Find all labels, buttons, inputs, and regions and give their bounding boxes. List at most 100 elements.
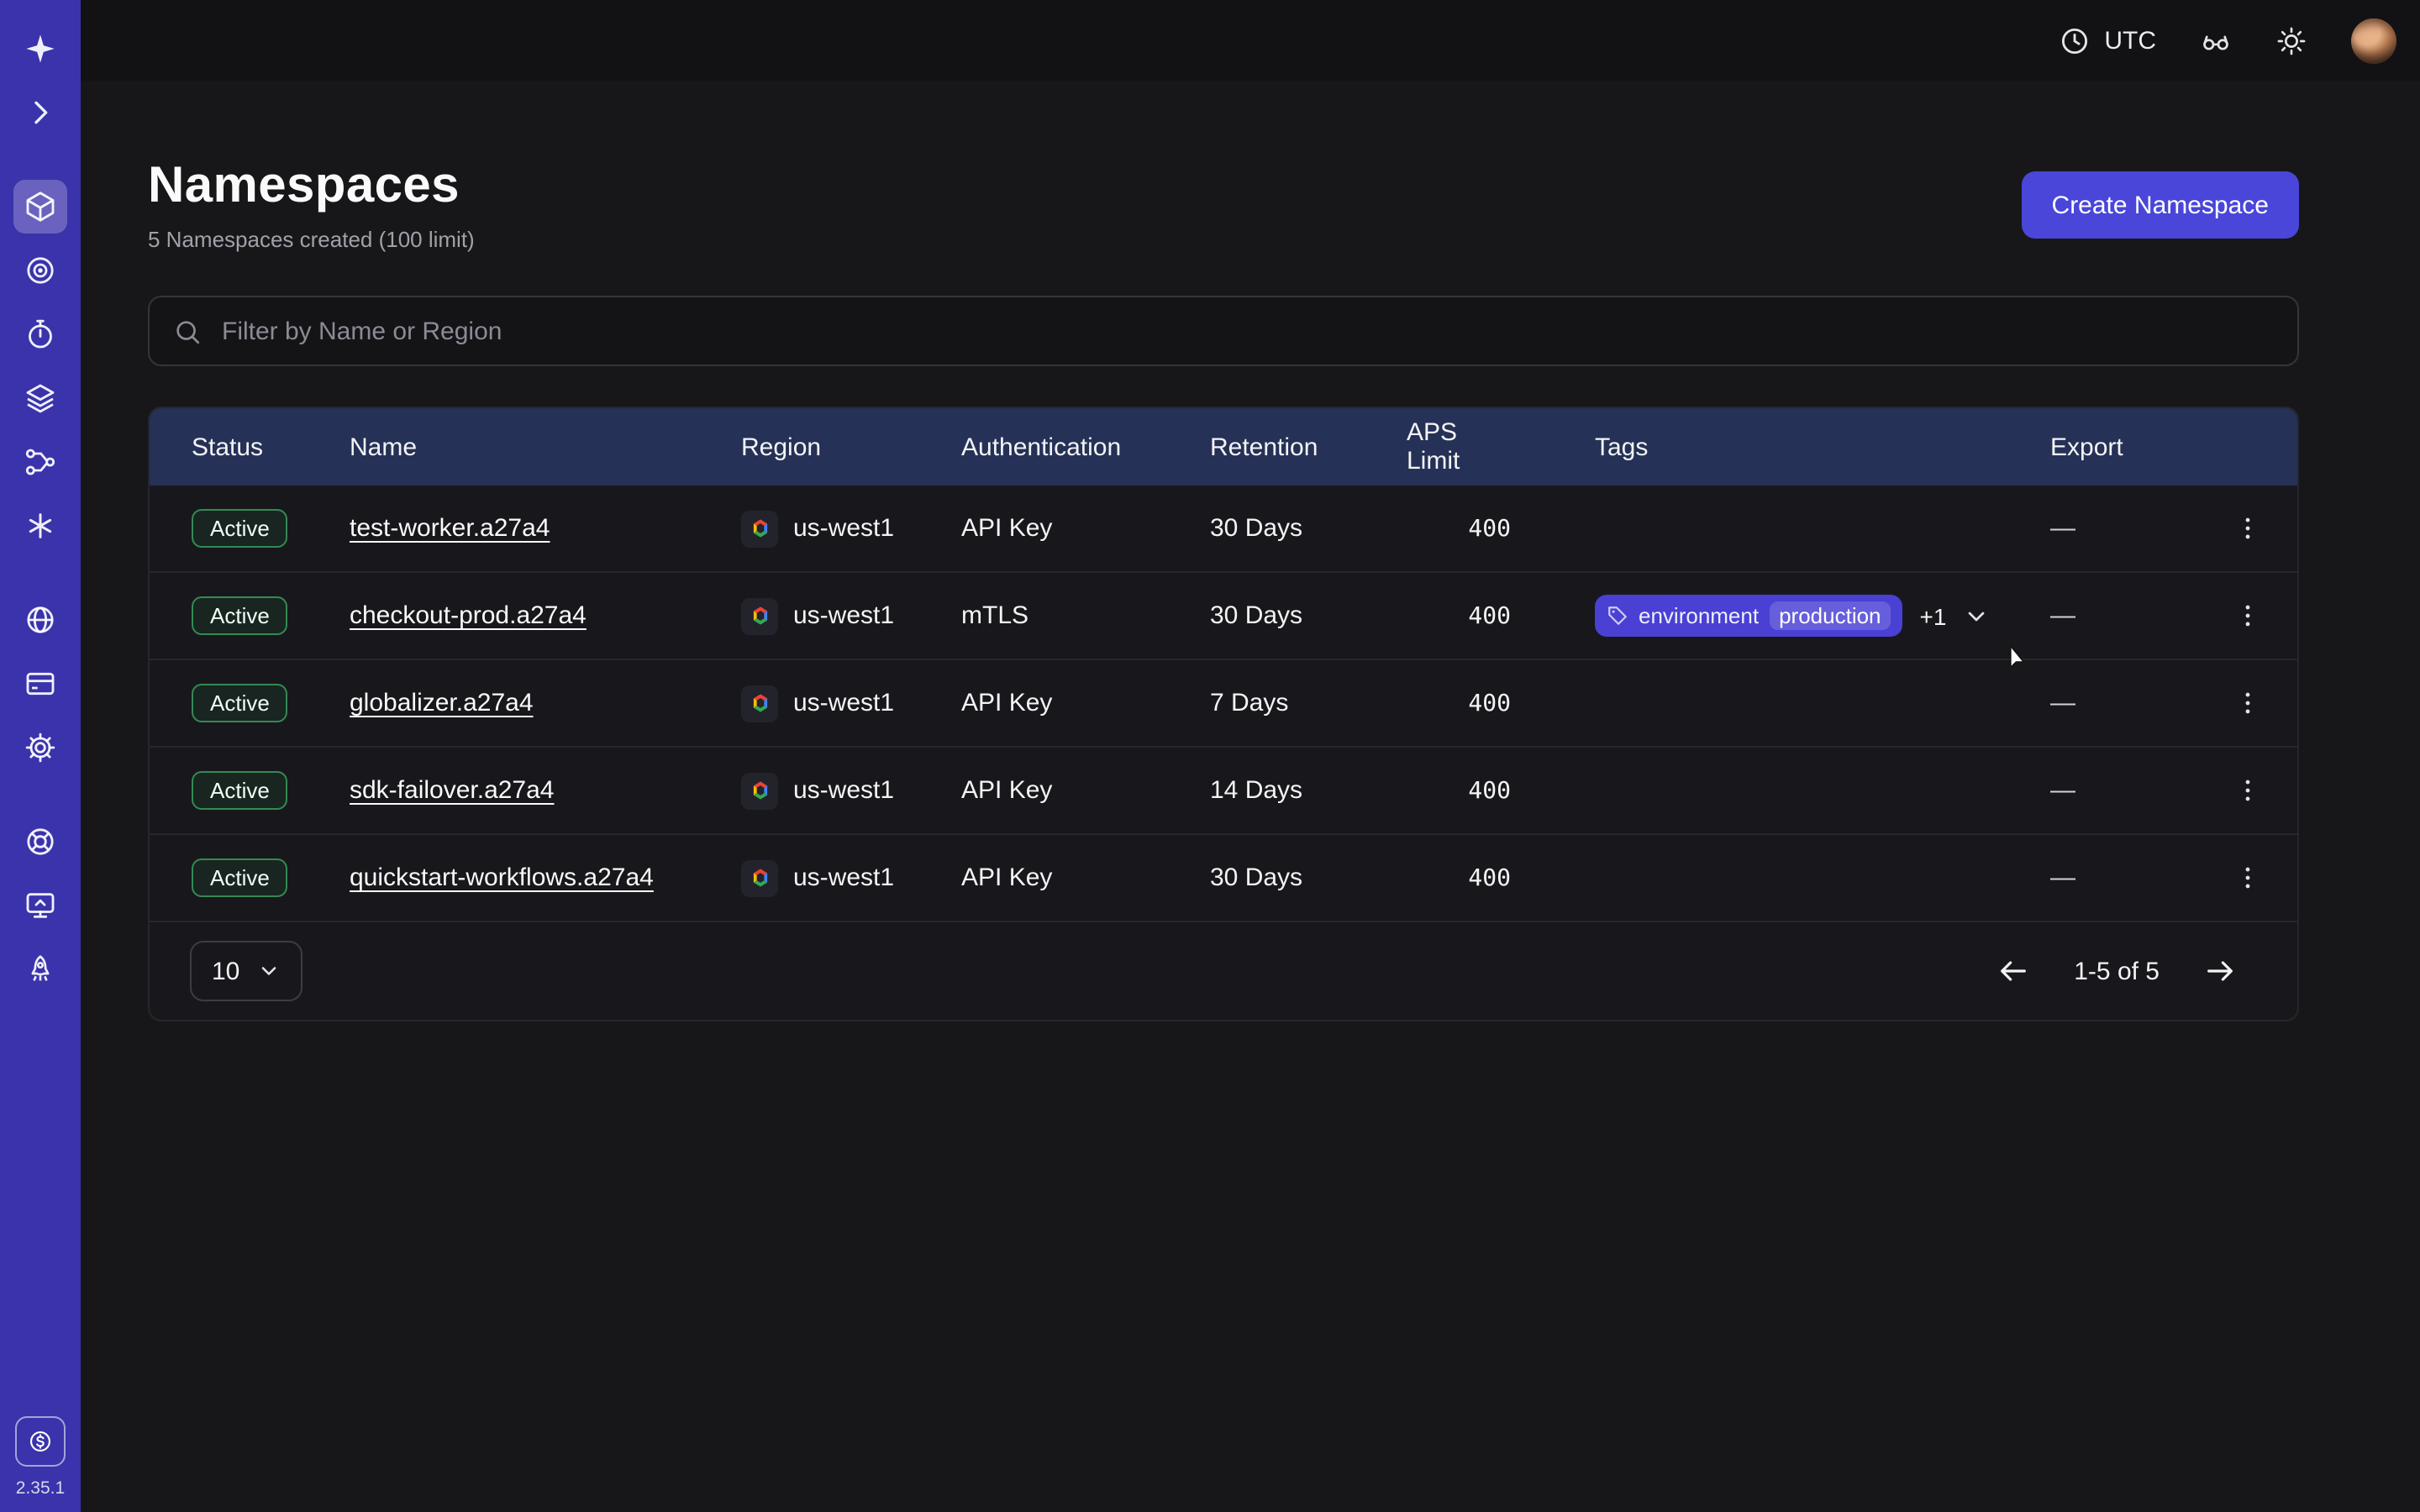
sidebar-item-schedules[interactable] — [13, 307, 67, 361]
gcp-logo-icon — [741, 510, 778, 547]
page-size-value: 10 — [212, 957, 239, 985]
auth-value: API Key — [961, 514, 1210, 543]
row-actions-button[interactable] — [2220, 676, 2274, 730]
main-content: Namespaces 5 Namespaces created (100 lim… — [81, 81, 2420, 1512]
tags-more-count: +1 — [1920, 602, 1947, 629]
aps-limit-value: 400 — [1407, 777, 1595, 804]
page-size-select[interactable]: 10 — [190, 941, 302, 1001]
sidebar-item-settings[interactable] — [13, 721, 67, 774]
auth-value: API Key — [961, 776, 1210, 805]
status-badge: Active — [192, 858, 288, 897]
sidebar-collapse-button[interactable] — [13, 86, 67, 139]
status-badge: Active — [192, 770, 288, 810]
namespace-link[interactable]: quickstart-workflows.a27a4 — [350, 864, 654, 892]
namespace-link[interactable]: test-worker.a27a4 — [350, 514, 550, 543]
table-row: Active sdk-failover.a27a4 us-west1 API K… — [150, 748, 2297, 835]
arrow-right-icon — [2203, 954, 2237, 988]
status-badge: Active — [192, 508, 288, 548]
usage-cost-button[interactable] — [15, 1416, 66, 1467]
sidebar-item-usage[interactable] — [13, 593, 67, 647]
prev-page-button[interactable] — [1996, 954, 2030, 988]
status-badge: Active — [192, 683, 288, 722]
sidebar-item-workflows[interactable] — [13, 244, 67, 297]
row-actions-button[interactable] — [2220, 764, 2274, 817]
arrow-left-icon — [1996, 954, 2030, 988]
sidebar-item-docs[interactable] — [13, 879, 67, 932]
export-value: — — [2050, 689, 2220, 717]
export-value: — — [2050, 864, 2220, 892]
export-value: — — [2050, 776, 2220, 805]
col-retention: Retention — [1210, 433, 1407, 461]
clock-icon — [2059, 24, 2091, 56]
filter-input[interactable] — [218, 315, 2274, 347]
table-row: Active globalizer.a27a4 us-west1 API Key… — [150, 660, 2297, 748]
gcp-logo-icon — [741, 772, 778, 809]
theme-toggle-button[interactable] — [2275, 24, 2307, 56]
retention-value: 30 Days — [1210, 514, 1407, 543]
region-label: us-west1 — [793, 776, 894, 805]
kebab-icon — [2233, 601, 2261, 630]
tag-icon — [1607, 605, 1628, 627]
sidebar-item-support[interactable] — [13, 815, 67, 869]
chevron-down-icon — [256, 959, 280, 983]
lifebuoy-icon — [24, 825, 57, 858]
labs-mode-button[interactable] — [2200, 24, 2232, 56]
export-value: — — [2050, 514, 2220, 543]
aps-limit-value: 400 — [1407, 690, 1595, 717]
aps-limit-value: 400 — [1407, 864, 1595, 891]
retention-value: 30 Days — [1210, 864, 1407, 892]
sidebar-item-deployments[interactable] — [13, 371, 67, 425]
namespace-link[interactable]: checkout-prod.a27a4 — [350, 601, 587, 630]
tag-chip[interactable]: environment production — [1595, 595, 1903, 637]
chevron-down-icon — [1963, 602, 1990, 629]
col-authentication: Authentication — [961, 433, 1210, 461]
monitor-icon — [24, 889, 57, 922]
auth-value: API Key — [961, 689, 1210, 717]
row-actions-button[interactable] — [2220, 589, 2274, 643]
asterisk-icon — [24, 509, 57, 543]
table-row: Active test-worker.a27a4 us-west1 API Ke… — [150, 486, 2297, 573]
rocket-icon — [24, 953, 57, 986]
gear-icon — [24, 731, 57, 764]
tags-expand-button[interactable] — [1963, 602, 1990, 629]
row-actions-button[interactable] — [2220, 851, 2274, 905]
create-namespace-button[interactable]: Create Namespace — [2022, 171, 2299, 239]
namespaces-cube-icon — [24, 190, 57, 223]
page-title: Namespaces — [148, 158, 475, 215]
tag-value: production — [1769, 601, 1891, 630]
temporal-logo-icon[interactable] — [13, 22, 67, 76]
gcp-logo-icon — [741, 859, 778, 896]
retention-value: 7 Days — [1210, 689, 1407, 717]
kebab-icon — [2233, 776, 2261, 805]
tag-key: environment — [1639, 603, 1759, 628]
search-icon — [173, 317, 202, 345]
kebab-icon — [2233, 689, 2261, 717]
auth-value: mTLS — [961, 601, 1210, 630]
timezone-selector[interactable]: UTC — [2059, 24, 2156, 56]
sidebar-item-getting-started[interactable] — [13, 942, 67, 996]
sidebar-item-batch-operations[interactable] — [13, 435, 67, 489]
topbar: UTC — [81, 0, 2420, 81]
row-actions-button[interactable] — [2220, 501, 2274, 555]
col-tags: Tags — [1595, 433, 2050, 461]
aps-limit-value: 400 — [1407, 602, 1595, 629]
next-page-button[interactable] — [2203, 954, 2237, 988]
table-row: Active quickstart-workflows.a27a4 us-wes… — [150, 835, 2297, 922]
namespace-link[interactable]: sdk-failover.a27a4 — [350, 776, 555, 805]
kebab-icon — [2233, 514, 2261, 543]
retention-value: 14 Days — [1210, 776, 1407, 805]
glasses-icon — [2200, 24, 2232, 56]
branch-icon — [24, 445, 57, 479]
region-label: us-west1 — [793, 864, 894, 892]
sidebar-item-billing[interactable] — [13, 657, 67, 711]
user-avatar[interactable] — [2351, 18, 2396, 63]
namespace-link[interactable]: globalizer.a27a4 — [350, 689, 534, 717]
globe-icon — [24, 603, 57, 637]
status-badge: Active — [192, 596, 288, 635]
sidebar-item-namespaces[interactable] — [13, 180, 67, 234]
aps-limit-value: 400 — [1407, 515, 1595, 542]
namespaces-table: Status Name Region Authentication Retent… — [148, 407, 2299, 1021]
sidebar-item-nexus[interactable] — [13, 499, 67, 553]
region-label: us-west1 — [793, 514, 894, 543]
kebab-icon — [2233, 864, 2261, 892]
